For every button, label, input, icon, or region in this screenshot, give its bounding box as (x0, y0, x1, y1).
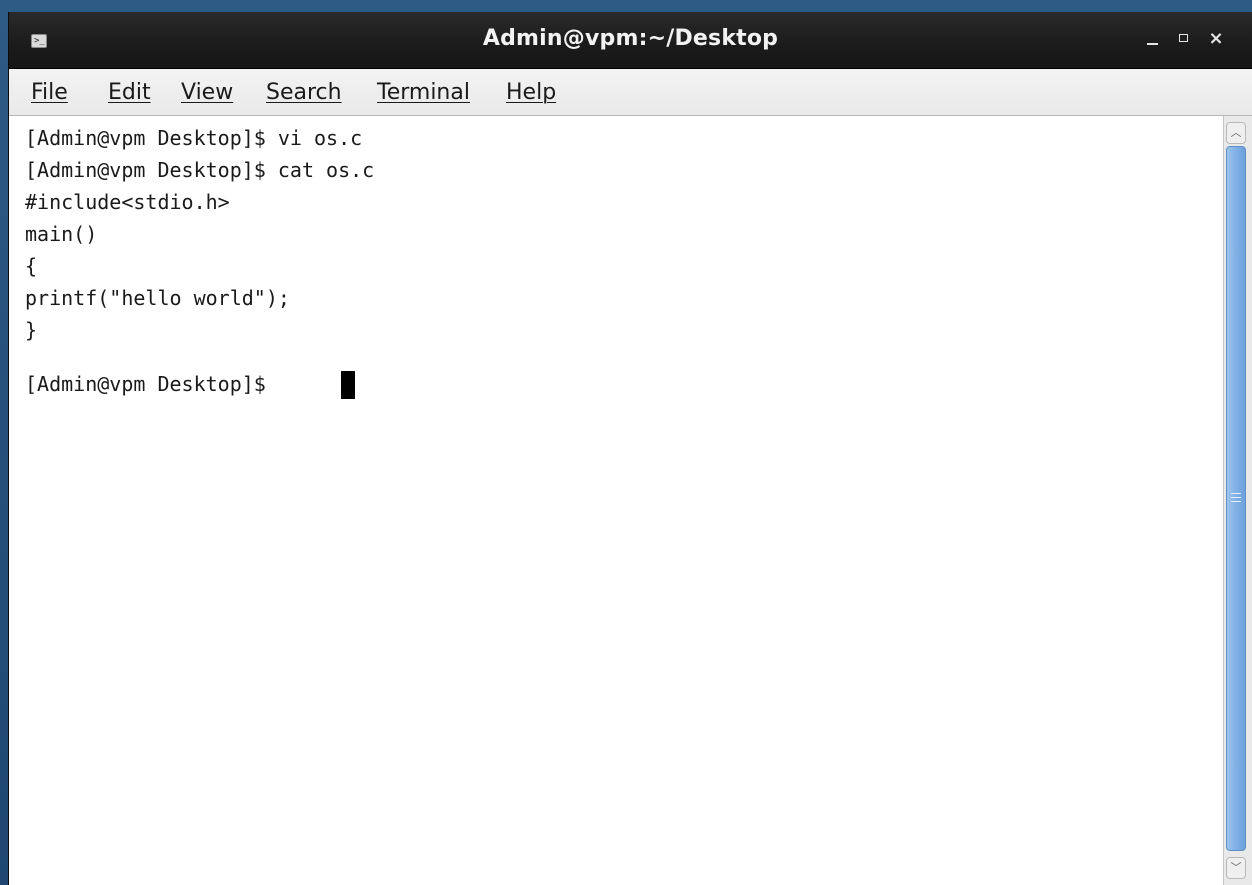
terminal-window: >_ Admin@vpm:~/Desktop × File Edit View … (8, 12, 1252, 885)
window-title: Admin@vpm:~/Desktop (482, 26, 779, 51)
menu-bar: File Edit View Search Terminal Help (9, 69, 1252, 116)
chevron-up-icon: ︿ (1230, 126, 1242, 139)
grip-icon (1231, 493, 1241, 503)
menu-help[interactable]: Help (506, 80, 556, 105)
terminal-prompt: [Admin@vpm Desktop]$ (25, 372, 278, 396)
menu-file[interactable]: File (31, 80, 68, 105)
scroll-up-button[interactable]: ︿ (1226, 122, 1246, 144)
terminal-line: } (25, 318, 38, 342)
chevron-down-icon: ﹀ (1230, 861, 1242, 874)
menu-edit[interactable]: Edit (108, 80, 151, 105)
terminal-line: main() (25, 222, 98, 246)
terminal-line: { (25, 254, 38, 278)
terminal-line: [Admin@vpm Desktop]$ vi os.c (25, 126, 363, 150)
terminal-line: [Admin@vpm Desktop]$ cat os.c (25, 158, 375, 182)
terminal-line: #include<stdio.h> (25, 190, 230, 214)
terminal-output[interactable]: [Admin@vpm Desktop]$ vi os.c [Admin@vpm … (9, 116, 1223, 885)
menu-terminal[interactable]: Terminal (377, 80, 470, 105)
title-bar[interactable]: >_ Admin@vpm:~/Desktop × (9, 12, 1252, 69)
text-cursor (341, 371, 355, 399)
minimize-icon (1147, 43, 1158, 45)
vertical-scrollbar[interactable]: ︿ ﹀ (1223, 116, 1252, 885)
close-button[interactable]: × (1205, 28, 1227, 50)
maximize-icon (1179, 34, 1188, 42)
close-icon: × (1208, 28, 1224, 49)
terminal-line: printf("hello world"); (25, 286, 290, 310)
scroll-down-button[interactable]: ﹀ (1226, 857, 1246, 879)
menu-view[interactable]: View (181, 80, 233, 105)
minimize-button[interactable] (1141, 28, 1163, 50)
scrollbar-thumb[interactable] (1226, 146, 1246, 851)
maximize-button[interactable] (1173, 28, 1195, 50)
menu-search[interactable]: Search (266, 80, 342, 105)
